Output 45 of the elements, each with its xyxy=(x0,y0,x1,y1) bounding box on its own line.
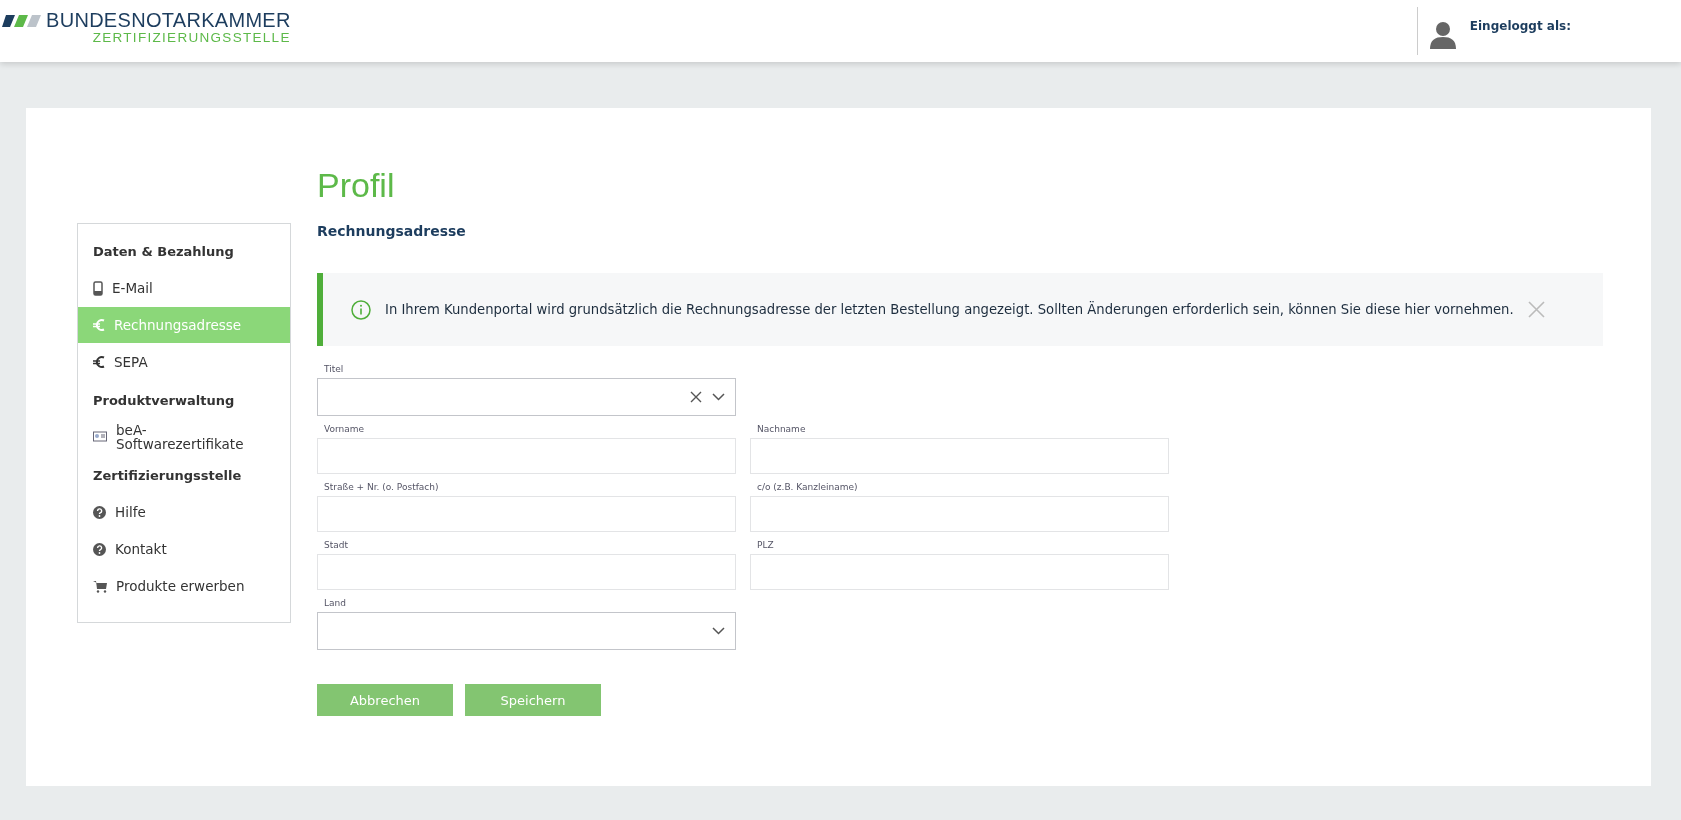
section-title: Rechnungsadresse xyxy=(317,223,467,239)
page-title: Profil xyxy=(317,166,396,205)
user-silhouette-icon xyxy=(1429,21,1456,49)
clear-icon[interactable] xyxy=(690,391,702,403)
field-label: Titel xyxy=(323,363,345,376)
input-field[interactable] xyxy=(317,438,736,474)
help-icon xyxy=(93,505,106,519)
field-label: PLZ xyxy=(756,539,775,552)
sidebar-item[interactable]: Produkte erwerben xyxy=(78,568,290,604)
cart-icon xyxy=(93,579,107,593)
chevron-down-icon[interactable] xyxy=(712,393,725,401)
phone-icon xyxy=(93,280,103,296)
sidebar-item[interactable]: E-Mail xyxy=(78,270,290,306)
input-field[interactable] xyxy=(750,438,1169,474)
sidebar-heading: Daten & Bezahlung xyxy=(92,242,235,261)
euro-icon xyxy=(93,355,105,369)
input-field[interactable] xyxy=(317,554,736,590)
notice-text: In Ihrem Kundenportal wird grundsätzlich die Rechnungsadresse der letzten Bestellung angezeigt. Sollten Änderungen erforderlich sein, können Sie diese hier vornehmen. xyxy=(385,302,1514,317)
field-label: Land xyxy=(323,597,347,610)
field-label: Straße + Nr. (o. Postfach) xyxy=(323,481,440,494)
input-field[interactable] xyxy=(750,496,1169,532)
sidebar-item[interactable]: Kontakt xyxy=(78,531,290,567)
sidebar-heading: Zertifizierungsstelle xyxy=(92,466,243,485)
field-label: Vorname xyxy=(323,423,366,436)
help-icon xyxy=(93,542,106,556)
select-field[interactable] xyxy=(317,612,736,650)
info-icon xyxy=(351,299,371,320)
certificate-icon xyxy=(93,431,107,443)
input-field[interactable] xyxy=(750,554,1169,590)
logo-name: BUNDESNOTARKAMMER xyxy=(46,9,291,32)
logo-subtitle: ZERTIFIZIERUNGSSTELLE xyxy=(92,30,291,45)
select-field[interactable] xyxy=(317,378,736,416)
field-label: Stadt xyxy=(323,539,349,552)
stripes-logo-icon xyxy=(2,14,42,27)
sidebar-item[interactable]: Hilfe xyxy=(78,494,290,530)
logged-in-label: Eingeloggt als: xyxy=(1469,19,1571,33)
field-label: Nachname xyxy=(756,423,807,436)
sidebar-item[interactable]: beA-Softwarezertifikate xyxy=(78,419,290,455)
chevron-down-icon[interactable] xyxy=(712,627,725,635)
euro-icon xyxy=(93,318,105,332)
field-label: c/o (z.B. Kanzleiname) xyxy=(756,481,859,494)
input-field[interactable] xyxy=(317,496,736,532)
sidebar-item[interactable]: SEPA xyxy=(78,344,290,380)
close-icon[interactable] xyxy=(1527,301,1545,318)
sidebar-heading: Produktverwaltung xyxy=(92,391,236,410)
